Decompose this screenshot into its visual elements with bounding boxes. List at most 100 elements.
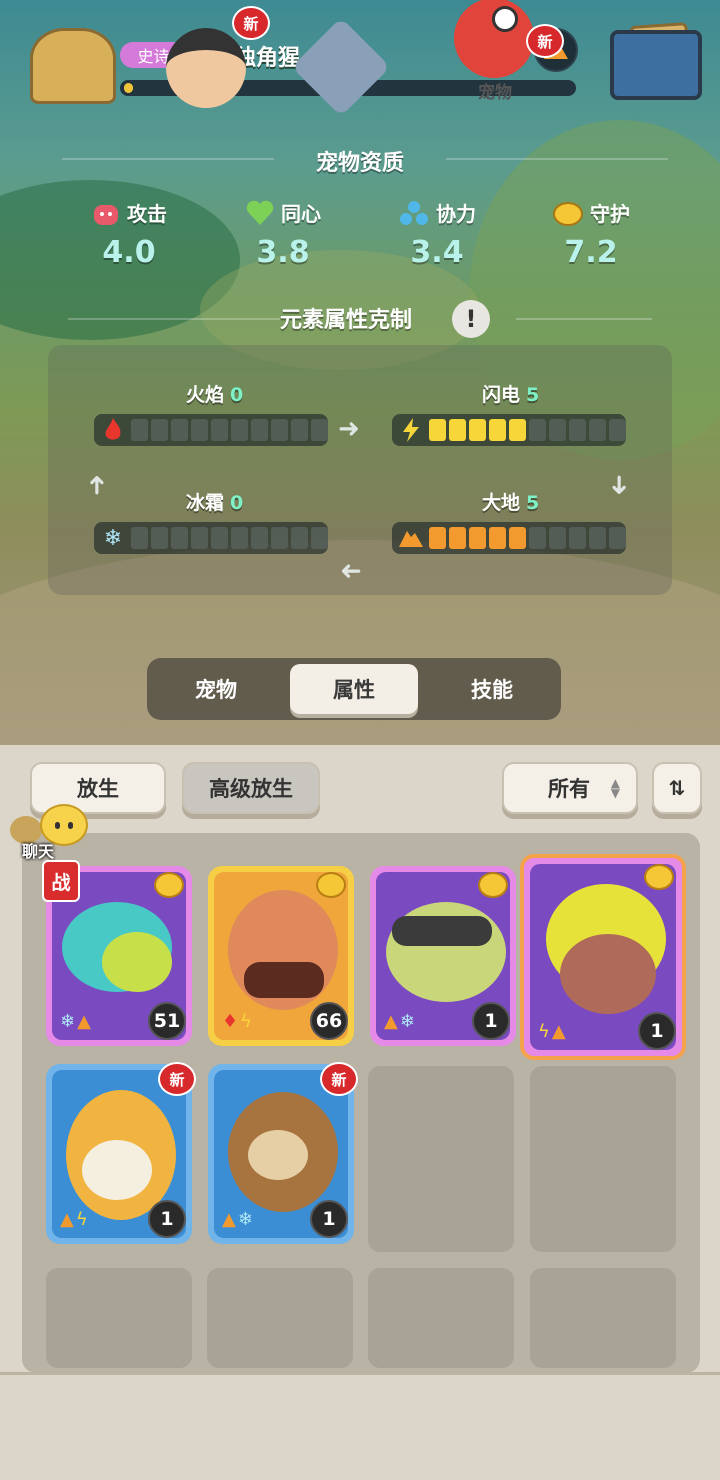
earth-icon: ▲ xyxy=(551,1021,566,1042)
guard-crest-icon xyxy=(316,872,346,898)
fire-value: 0 xyxy=(230,384,244,406)
stat-cooperate-label: 协力 xyxy=(436,202,476,226)
meter-segment xyxy=(291,527,308,549)
meter-segment xyxy=(131,527,148,549)
new-badge: 新 xyxy=(232,6,270,40)
meter-segment xyxy=(489,527,506,549)
filter-value: 所有 xyxy=(548,777,590,801)
meter-segment xyxy=(191,527,208,549)
aptitude-title: 宠物资质 xyxy=(315,151,404,176)
pet-level: 1 xyxy=(148,1200,186,1238)
pet-card-4-selected[interactable]: ϟ ▲ 1 xyxy=(520,854,686,1060)
meter-segment xyxy=(509,419,526,441)
nav-equipment[interactable] xyxy=(291,17,406,117)
info-icon[interactable]: ! xyxy=(452,300,490,338)
pet-level: 1 xyxy=(472,1002,510,1040)
hero-face-icon xyxy=(166,28,246,108)
otter-pet-face xyxy=(248,1130,308,1180)
earth-icon: ▲ xyxy=(384,1011,398,1032)
meter-segment xyxy=(211,419,228,441)
meter-segment xyxy=(589,419,606,441)
crab-pet-shell xyxy=(102,932,172,992)
meter-segment xyxy=(469,527,486,549)
earth-value: 5 xyxy=(526,492,540,514)
nav-tribe[interactable] xyxy=(20,18,130,108)
dino-pet-mouth xyxy=(244,962,324,998)
nav-hero[interactable]: 新 xyxy=(160,6,270,108)
frost-element-label: 冰霜 0 xyxy=(186,488,243,515)
fire-name: 火焰 xyxy=(186,384,225,406)
lightning-icon xyxy=(396,416,426,444)
pet-card-6[interactable]: ▲ ❄ 新 1 xyxy=(208,1062,358,1244)
heart-icon xyxy=(246,200,274,225)
frost-icon: ❄ xyxy=(60,1011,76,1032)
meter-segment xyxy=(291,419,308,441)
bottom-nav xyxy=(0,1372,720,1480)
meter-segment xyxy=(549,527,566,549)
tab-pet[interactable]: 宠物 xyxy=(152,664,280,714)
pet-elements: ϟ ▲ xyxy=(538,1021,566,1042)
fire-icon xyxy=(98,416,128,444)
pet-level: 51 xyxy=(148,1002,186,1040)
new-badge: 新 xyxy=(158,1062,196,1096)
meter-segment xyxy=(151,419,168,441)
lightning-name: 闪电 xyxy=(482,384,521,406)
empty-slot xyxy=(46,1268,192,1368)
stat-attack: 攻击 4.0 xyxy=(64,198,194,270)
meter-segment xyxy=(211,527,228,549)
meter-segment xyxy=(529,419,546,441)
earth-name: 大地 xyxy=(482,492,521,514)
attack-icon xyxy=(94,204,118,225)
stat-guard-value: 7.2 xyxy=(564,235,618,270)
chat-button[interactable]: 聊天 xyxy=(8,804,88,861)
meter-segment xyxy=(131,419,148,441)
meter-segment xyxy=(311,419,328,441)
pet-attribute-scene: 1 史诗 独角猩 图鉴 宠物资质 攻击 4.0 同心 3.8 协力 3.4 守护… xyxy=(0,0,720,745)
frost-icon: ❄ xyxy=(103,525,123,551)
pet-level: 1 xyxy=(638,1012,676,1050)
empty-slot xyxy=(530,1066,676,1252)
meter-segment xyxy=(429,527,446,549)
meter-segment xyxy=(271,527,288,549)
fire-meter xyxy=(94,414,328,446)
divider-right-2 xyxy=(516,318,652,320)
pet-level: 1 xyxy=(310,1200,348,1238)
pet-card-3[interactable]: ▲ ❄ 1 xyxy=(370,866,516,1046)
earth-meter xyxy=(392,522,626,554)
element-title: 元素属性克制 xyxy=(280,308,413,333)
advanced-release-button[interactable]: 高级放生 xyxy=(182,762,320,814)
pet-card-1[interactable]: ❄ ▲ 战 51 xyxy=(42,860,192,1046)
guard-crest-icon xyxy=(478,872,508,898)
empty-slot xyxy=(207,1268,353,1368)
nav-storage[interactable] xyxy=(604,18,714,108)
cycle-arrow-up-icon: ➜ xyxy=(81,474,112,496)
meter-segment xyxy=(609,419,626,441)
stat-guard-label: 守护 xyxy=(590,202,630,226)
sort-button[interactable]: ⇅ xyxy=(652,762,702,814)
frost-meter: ❄ xyxy=(94,522,328,554)
straw-hut-icon xyxy=(30,28,116,104)
filter-dropdown[interactable]: 所有 ▲ ▼ xyxy=(502,762,638,814)
meter-segment xyxy=(191,419,208,441)
pet-dino-eye-icon xyxy=(492,6,518,32)
lightning-icon: ϟ xyxy=(75,1209,88,1230)
meter-segment xyxy=(529,527,546,549)
lightning-value: 5 xyxy=(526,384,540,406)
cooperate-icon xyxy=(400,200,428,225)
cycle-arrow-left-icon: ➜ xyxy=(340,556,362,586)
frog-pet-mask xyxy=(392,916,492,946)
meter-segment xyxy=(569,527,586,549)
pet-elements: ▲ ❄ xyxy=(384,1011,415,1032)
frost-value: 0 xyxy=(230,492,244,514)
battle-tag: 战 xyxy=(42,860,80,902)
meter-segment xyxy=(251,527,268,549)
nav-pets-active[interactable]: 新 宠物 xyxy=(440,0,564,108)
tab-skills[interactable]: 技能 xyxy=(428,664,556,714)
meter-segment xyxy=(489,419,506,441)
stat-cooperate-value: 3.4 xyxy=(410,235,464,270)
pet-card-5[interactable]: ▲ ϟ 新 1 xyxy=(46,1062,196,1244)
tab-attributes[interactable]: 属性 xyxy=(290,664,418,714)
meter-segment xyxy=(171,419,188,441)
meter-segment xyxy=(509,527,526,549)
pet-card-2[interactable]: ♦ ϟ 66 xyxy=(208,866,354,1046)
